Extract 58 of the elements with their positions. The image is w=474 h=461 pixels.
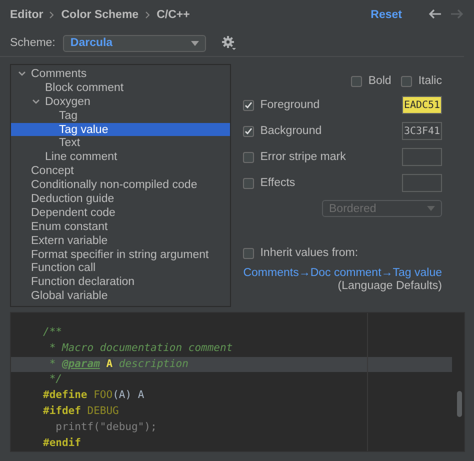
inherit-note: (Language Defaults): [338, 280, 442, 292]
tree-item[interactable]: Enum constant: [11, 220, 230, 234]
breadcrumb-item[interactable]: C/C++: [156, 9, 190, 21]
scheme-label: Scheme:: [10, 37, 56, 49]
chevron-icon: [144, 11, 151, 19]
tree-item[interactable]: Text: [11, 136, 230, 150]
code-line: printf("debug");: [54, 420, 158, 435]
code-line: /**: [42, 325, 63, 340]
checkbox-label: Italic: [418, 75, 442, 87]
tree-item[interactable]: Tag value: [11, 122, 230, 136]
caret-icon[interactable]: [191, 40, 200, 46]
chevron-icon[interactable]: [31, 98, 41, 106]
checkbox[interactable]: [243, 126, 254, 136]
checkbox-label: Error stripe mark: [260, 151, 346, 163]
tree-item[interactable]: Global variable: [11, 289, 230, 304]
scheme-dropdown[interactable]: Darcula: [63, 34, 206, 52]
code-line: #define FOO(A) A: [42, 388, 146, 404]
back-arrow-icon[interactable]: [428, 8, 442, 20]
chevron-icon[interactable]: [17, 70, 27, 78]
checkbox[interactable]: [401, 76, 412, 86]
code-line: */: [48, 372, 63, 388]
tree-item[interactable]: Dependent code: [11, 206, 230, 220]
color-swatch[interactable]: EADC51: [402, 96, 442, 114]
tree-item[interactable]: Format specifier in string argument: [11, 248, 230, 262]
scrollbar-thumb[interactable]: [457, 391, 462, 417]
checkbox-label: Foreground: [260, 99, 320, 111]
inherit-link[interactable]: Comments→Doc comment→Tag value: [243, 267, 442, 279]
breadcrumb-item[interactable]: Editor: [10, 9, 44, 21]
checkbox[interactable]: [243, 248, 254, 258]
code-line: * Macro documentation comment: [48, 340, 234, 356]
checkbox-label: Background: [260, 125, 322, 137]
tree-item[interactable]: Tag: [11, 108, 230, 123]
reset-link[interactable]: Reset: [370, 9, 402, 21]
color-swatch[interactable]: [402, 148, 442, 166]
checkbox-label: Inherit values from:: [260, 247, 358, 259]
tree-item[interactable]: Deduction guide: [11, 192, 230, 206]
checkbox-label: Effects: [260, 177, 296, 189]
checkbox[interactable]: [243, 100, 254, 110]
color-swatch[interactable]: 3C3F41: [402, 122, 442, 140]
chevron-icon: [49, 11, 56, 19]
checkbox[interactable]: [351, 76, 362, 86]
checkbox[interactable]: [243, 152, 254, 162]
checkbox-label: Bold: [368, 75, 392, 87]
code-line: #ifdef DEBUG: [42, 404, 120, 419]
tree-item[interactable]: Conditionally non-compiled code: [11, 178, 230, 192]
tree-item[interactable]: Comments: [11, 67, 230, 81]
code-line: #endif: [42, 436, 82, 451]
tree-item[interactable]: Function declaration: [11, 275, 230, 290]
breadcrumb-item[interactable]: Color Scheme: [61, 9, 139, 21]
tree-item[interactable]: Extern variable: [11, 234, 230, 248]
tree-item[interactable]: Line comment: [11, 150, 230, 164]
settings-icon[interactable]: [222, 36, 236, 50]
checkbox[interactable]: [243, 178, 254, 188]
tree-item[interactable]: Concept: [11, 164, 230, 178]
tree-item[interactable]: Block comment: [11, 80, 230, 95]
tree-item[interactable]: Doxygen: [11, 94, 230, 109]
color-swatch[interactable]: [402, 174, 442, 192]
tree-item[interactable]: Function call: [11, 261, 230, 276]
